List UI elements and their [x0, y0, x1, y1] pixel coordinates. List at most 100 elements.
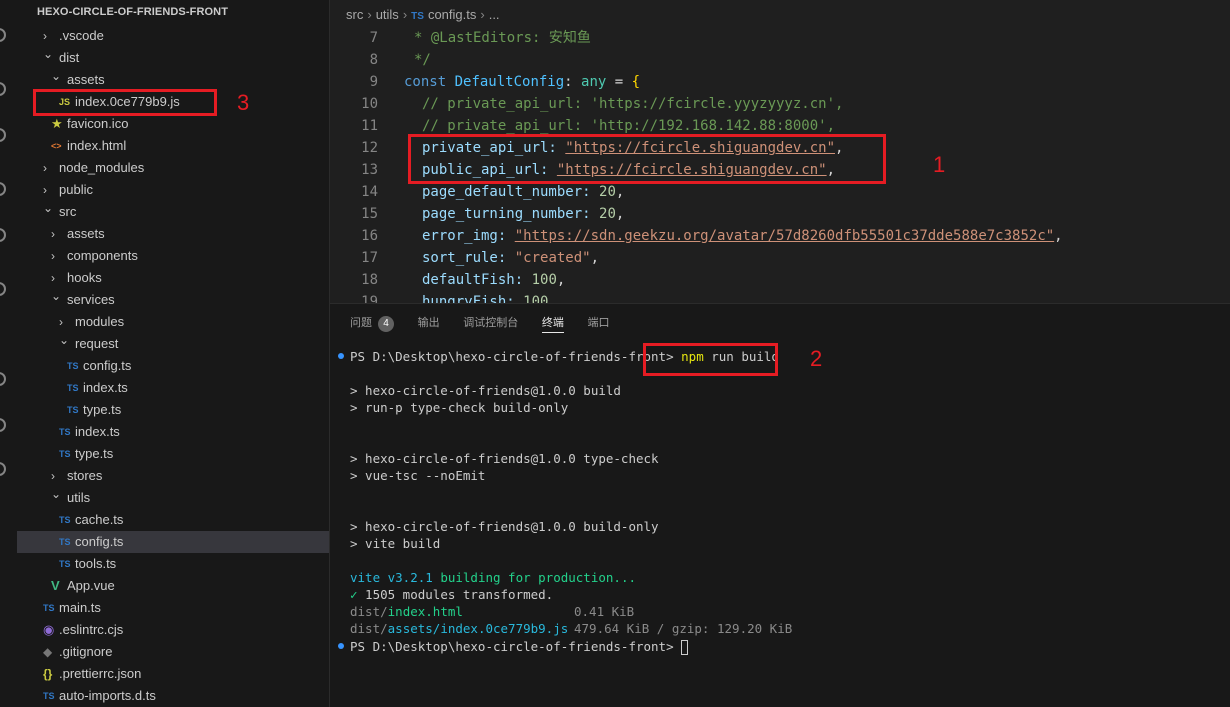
run-debug-icon[interactable] — [0, 182, 6, 196]
tree-item[interactable]: V App.vue — [17, 575, 329, 597]
typescript-file-icon: TS — [59, 449, 71, 459]
tree-item[interactable]: › public — [17, 179, 329, 201]
typescript-file-icon: TS — [43, 691, 55, 701]
code-variable: DefaultConfig — [454, 74, 565, 90]
tree-item[interactable]: ⌄ services — [17, 289, 329, 311]
breadcrumb-more[interactable]: ... — [489, 7, 500, 22]
testing-icon[interactable] — [0, 372, 6, 386]
code-line: 19 hungryFish: 100 — [330, 291, 1230, 303]
chevron-right-icon: › — [402, 7, 408, 22]
docker-icon[interactable] — [0, 418, 6, 432]
terminal-cursor — [681, 640, 689, 655]
source-control-icon[interactable] — [0, 128, 6, 142]
remote-icon[interactable] — [0, 282, 6, 296]
terminal-line: vite v3.2.1 building for production... — [350, 570, 636, 585]
tree-item[interactable]: › stores — [17, 465, 329, 487]
tree-item[interactable]: TS main.ts — [17, 597, 329, 619]
breadcrumb-file[interactable]: config.ts — [428, 7, 476, 22]
command-decoration-dot[interactable] — [338, 353, 344, 359]
git-graph-icon[interactable] — [0, 462, 6, 476]
tab-terminal[interactable]: 终端 — [541, 314, 564, 333]
command-decoration-dot[interactable] — [338, 643, 344, 649]
tree-item-label: cache.ts — [75, 512, 124, 527]
line-number: 12 — [361, 140, 378, 156]
tree-item[interactable]: › hooks — [17, 267, 329, 289]
annotation-box-2 — [643, 343, 778, 376]
tree-item[interactable]: TS type.ts — [17, 443, 329, 465]
tree-item[interactable]: <> index.html — [17, 135, 329, 157]
line-number: 15 — [361, 206, 378, 222]
annotation-number-1: 1 — [933, 152, 946, 177]
line-number: 10 — [361, 96, 378, 112]
tree-item[interactable]: ⌄ request — [17, 333, 329, 355]
tab-ports[interactable]: 端口 — [588, 314, 610, 330]
tree-item[interactable]: ⌄ utils — [17, 487, 329, 509]
breadcrumb-utils[interactable]: utils — [376, 7, 399, 22]
chevron-down-icon: ⌄ — [51, 69, 62, 83]
tree-item[interactable]: › .vscode — [17, 25, 329, 47]
tree-item-label: index.ts — [75, 424, 120, 439]
code-string: "https://sdn.geekzu.org/avatar/57d8260df… — [514, 228, 1055, 244]
tab-debug-console[interactable]: 调试控制台 — [463, 314, 518, 330]
terminal-line: > hexo-circle-of-friends@1.0.0 build-onl… — [350, 519, 659, 534]
chevron-down-icon: ⌄ — [43, 201, 54, 215]
tree-item[interactable]: ◆ .gitignore — [17, 641, 329, 663]
tree-item[interactable]: TS config.ts — [17, 355, 329, 377]
tree-item[interactable]: ◉ .eslintrc.cjs — [17, 619, 329, 641]
code-type: any — [581, 74, 607, 90]
code-line: 16 error_img: "https://sdn.geekzu.org/ava… — [330, 225, 1230, 247]
tree-item-label: main.ts — [59, 600, 101, 615]
tree-item-label: .gitignore — [59, 644, 113, 659]
tree-item[interactable]: TS type.ts — [17, 399, 329, 421]
code-string: "created" — [514, 250, 591, 266]
tree-item[interactable]: TS index.ts — [17, 377, 329, 399]
panel-tabs: 问题 4 输出 调试控制台 终端 端口 — [350, 314, 630, 334]
code-property: defaultFish: — [422, 272, 524, 288]
terminal-line: PS D:\Desktop\hexo-circle-of-friends-fro… — [350, 638, 689, 655]
code-property: page_default_number: — [422, 184, 591, 200]
tree-item[interactable]: › assets — [17, 223, 329, 245]
tab-output[interactable]: 输出 — [418, 314, 440, 330]
breadcrumb-src[interactable]: src — [346, 7, 363, 22]
breadcrumb: src › utils › TS config.ts ›... — [346, 7, 500, 22]
search-icon[interactable] — [0, 82, 6, 96]
tree-item-label: favicon.ico — [67, 116, 129, 131]
line-number: 8 — [369, 52, 378, 68]
chevron-right-icon: › — [480, 7, 485, 22]
vue-file-icon: V — [51, 578, 60, 593]
code-comment: */ — [414, 52, 431, 68]
tab-problems[interactable]: 问题 4 — [350, 314, 394, 332]
line-number: 19 — [361, 294, 378, 303]
explorer-icon[interactable] — [0, 28, 6, 42]
tree-item[interactable]: TS cache.ts — [17, 509, 329, 531]
tree-item[interactable]: › node_modules — [17, 157, 329, 179]
tree-item[interactable]: ⌄ assets — [17, 69, 329, 91]
code-number: 20 — [599, 206, 616, 222]
tree-item-label: index.html — [67, 138, 127, 153]
typescript-file-icon: TS — [67, 405, 79, 415]
tree-item[interactable]: ⌄ dist — [17, 47, 329, 69]
chevron-right-icon: › — [51, 249, 55, 263]
line-number: 9 — [369, 74, 378, 90]
terminal-line: > run-p type-check build-only — [350, 400, 569, 415]
terminal-line: > vite build — [350, 536, 441, 551]
tab-problems-label: 问题 — [350, 317, 372, 329]
tree-item[interactable]: TS tools.ts — [17, 553, 329, 575]
chevron-right-icon: › — [43, 161, 47, 175]
code-line: 9 const DefaultConfig: any = { — [330, 71, 1230, 93]
tree-item-label: .eslintrc.cjs — [59, 622, 124, 637]
tree-item[interactable]: ⌄ src — [17, 201, 329, 223]
tree-item[interactable]: › components — [17, 245, 329, 267]
typescript-file-icon: TS — [59, 559, 71, 569]
typescript-file-icon: TS — [67, 361, 79, 371]
line-number: 14 — [361, 184, 378, 200]
tree-item[interactable]: TS index.ts — [17, 421, 329, 443]
tree-item[interactable]: TS auto-imports.d.ts — [17, 685, 329, 707]
typescript-file-icon: TS — [59, 515, 71, 525]
extensions-icon[interactable] — [0, 228, 6, 242]
annotation-number-3: 3 — [237, 90, 250, 115]
tree-item[interactable]: TS config.ts — [17, 531, 329, 553]
line-number: 16 — [361, 228, 378, 244]
tree-item[interactable]: ★ favicon.ico — [17, 113, 329, 135]
tree-item[interactable]: {} .prettierrc.json — [17, 663, 329, 685]
